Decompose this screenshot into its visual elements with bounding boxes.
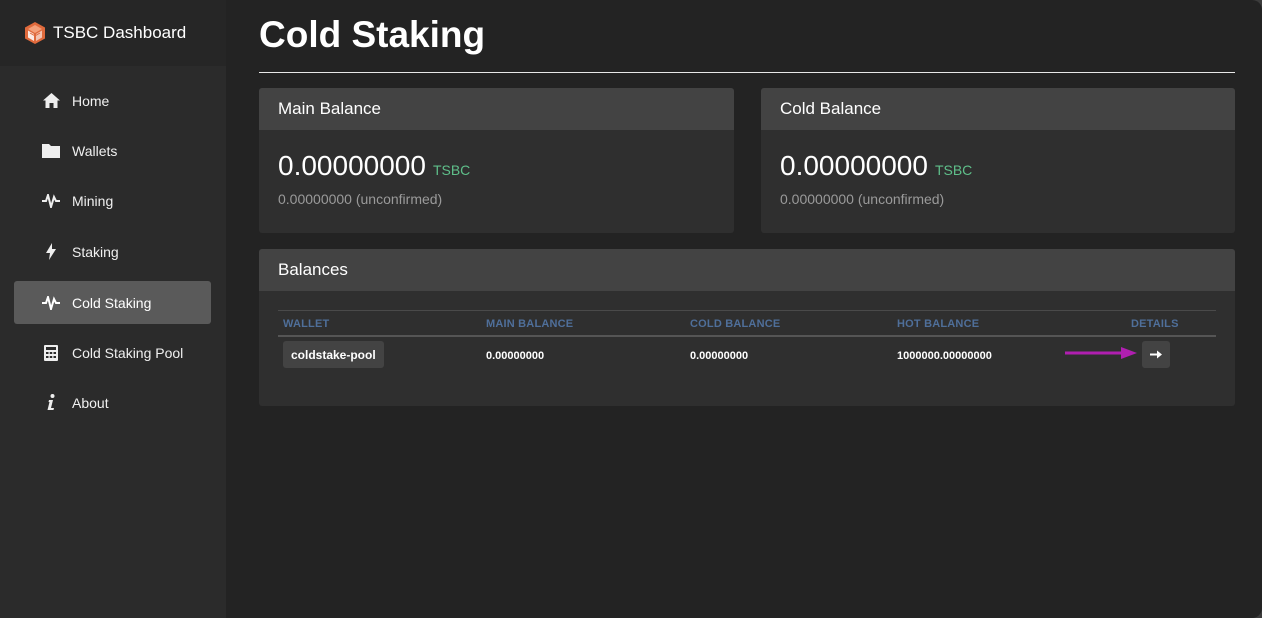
wallet-name-button[interactable]: coldstake-pool	[283, 341, 384, 368]
sidebar: TSBC Dashboard Home Wallets Mining Staki	[0, 0, 226, 618]
card-heading: Balances	[259, 249, 1235, 291]
bolt-icon	[42, 243, 60, 261]
sidebar-item-label: Cold Staking	[72, 294, 152, 311]
column-header-details: DETAILS	[1131, 318, 1179, 330]
home-icon	[42, 92, 60, 110]
arrow-right-icon	[1150, 350, 1162, 359]
sidebar-item-label: Wallets	[72, 142, 118, 159]
unconfirmed-amount: 0.00000000 (unconfirmed)	[780, 191, 945, 207]
sidebar-item-cold-staking-pool[interactable]: Cold Staking Pool	[14, 331, 211, 374]
sidebar-item-label: Mining	[72, 192, 114, 209]
pulse-icon	[42, 294, 60, 312]
app-title: TSBC Dashboard	[53, 23, 187, 42]
cold-balance-cell: 0.00000000	[690, 350, 749, 362]
column-header-hot-balance: HOT BALANCE	[897, 318, 980, 330]
column-header-main-balance: MAIN BALANCE	[486, 318, 574, 330]
hot-balance-cell: 1000000.00000000	[897, 350, 992, 362]
tsbc-logo-icon	[25, 22, 45, 44]
calculator-icon	[42, 344, 60, 362]
amount-value: 0.00000000	[278, 150, 426, 181]
sidebar-item-home[interactable]: Home	[14, 79, 211, 122]
main-balance-cell: 0.00000000	[486, 350, 545, 362]
brand[interactable]: TSBC Dashboard	[0, 0, 226, 66]
cold-balance-card: Cold Balance 0.00000000 TSBC 0.00000000 …	[761, 88, 1235, 233]
app-window: TSBC Dashboard Home Wallets Mining Staki	[0, 0, 1262, 618]
sidebar-item-about[interactable]: About	[14, 381, 211, 424]
sidebar-item-label: Cold Staking Pool	[72, 344, 184, 361]
main-balance-amount: 0.00000000 TSBC	[278, 150, 470, 182]
card-heading: Main Balance	[259, 88, 734, 130]
table-header-rule	[278, 335, 1216, 337]
sidebar-item-cold-staking[interactable]: Cold Staking	[14, 281, 211, 324]
sidebar-item-staking[interactable]: Staking	[14, 230, 211, 273]
balances-card: Balances WALLET MAIN BALANCE COLD BALANC…	[259, 249, 1235, 406]
sidebar-item-label: Home	[72, 92, 110, 109]
folder-icon	[42, 142, 60, 160]
currency-unit: TSBC	[934, 162, 973, 178]
currency-unit: TSBC	[432, 162, 471, 178]
table-top-rule	[278, 310, 1216, 311]
details-button[interactable]	[1142, 341, 1170, 368]
title-divider	[259, 72, 1235, 73]
main-balance-card: Main Balance 0.00000000 TSBC 0.00000000 …	[259, 88, 734, 233]
unconfirmed-amount: 0.00000000 (unconfirmed)	[278, 191, 443, 207]
page-title: Cold Staking	[259, 14, 486, 55]
sidebar-item-label: About	[72, 394, 109, 411]
card-heading: Cold Balance	[761, 88, 1235, 130]
column-header-cold-balance: COLD BALANCE	[690, 318, 781, 330]
sidebar-item-label: Staking	[72, 243, 119, 260]
amount-value: 0.00000000	[780, 150, 928, 181]
info-icon	[42, 394, 60, 412]
sidebar-item-wallets[interactable]: Wallets	[14, 129, 211, 172]
sidebar-item-mining[interactable]: Mining	[14, 179, 211, 222]
cold-balance-amount: 0.00000000 TSBC	[780, 150, 972, 182]
pulse-icon	[42, 192, 60, 210]
annotation-arrow-icon	[1065, 347, 1137, 359]
column-header-wallet: WALLET	[283, 318, 330, 330]
